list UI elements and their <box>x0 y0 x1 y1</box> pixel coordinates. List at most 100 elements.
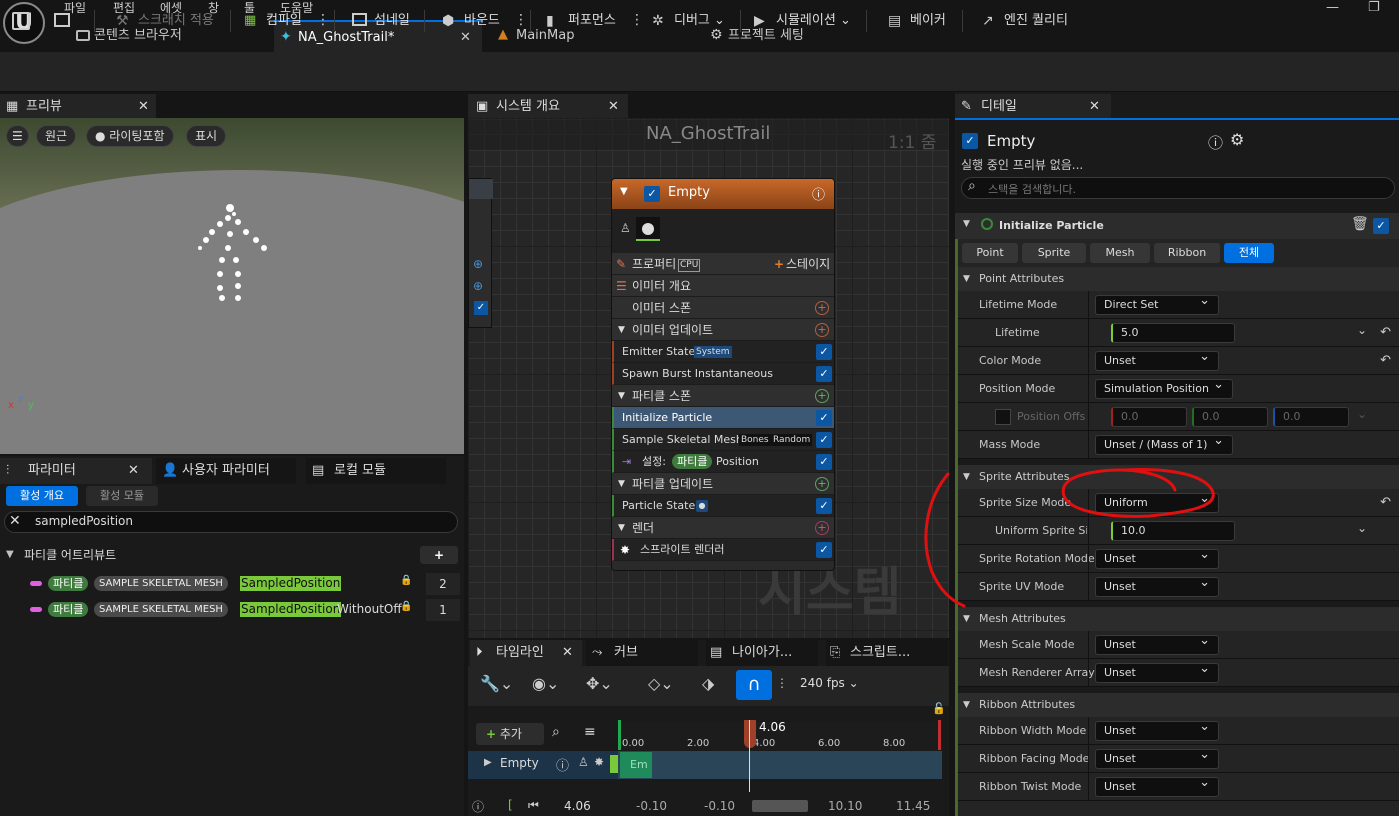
color-mode-dropdown[interactable]: Unset <box>1095 348 1219 371</box>
tab-script[interactable]: ⎘ 스크립트... <box>826 640 948 666</box>
wrench-icon[interactable]: 🔧⌄ <box>480 674 513 693</box>
module-enabled-checkbox[interactable]: ✓ <box>816 410 832 426</box>
close-icon[interactable]: ✕ <box>608 94 619 120</box>
collapse-arrow-icon[interactable]: ▼ <box>620 186 628 197</box>
add-track-button[interactable]: + 추가 <box>476 723 544 745</box>
particle-update-row[interactable]: ▼ 파티클 업데이트 + <box>612 473 834 495</box>
collapse-arrow-icon[interactable]: ▼ <box>618 385 625 407</box>
add-module-icon[interactable]: + <box>815 477 829 491</box>
playhead-handle[interactable] <box>744 720 756 748</box>
module-emitter-state[interactable]: Emitter State System ✓ <box>612 341 834 363</box>
baker-button[interactable]: ▤ 베이커 <box>888 8 946 34</box>
info-icon[interactable]: ⓘ <box>812 184 825 203</box>
offset-x-field[interactable]: 0.0 <box>1111 407 1187 427</box>
current-time[interactable]: 4.06 <box>564 799 591 813</box>
end-marker[interactable] <box>938 720 941 750</box>
prop-ribbon-facing-mode[interactable]: Ribbon Facing Mode Unset <box>955 745 1399 773</box>
working-end[interactable]: 10.10 <box>828 799 862 813</box>
reset-icon[interactable]: ↶ <box>1380 325 1391 340</box>
trash-icon[interactable]: 🗑 <box>1351 216 1369 232</box>
performance-button[interactable]: ▮ 퍼포먼스 <box>546 8 616 34</box>
properties-row[interactable]: ✎ 프로퍼티 CPU + 스테이지 <box>612 253 834 275</box>
viewport-menu-button[interactable]: ☰ <box>6 125 29 147</box>
filter-point[interactable]: Point <box>962 243 1018 263</box>
info-icon[interactable]: ⓘ <box>556 755 569 774</box>
bounds-options-icon[interactable]: ⋮ <box>514 12 528 28</box>
tab-niagara-log[interactable]: ▤ 나이아가... <box>706 640 818 666</box>
system-checkbox[interactable]: ✓ <box>474 301 488 315</box>
view-start[interactable]: -0.10 <box>636 799 667 813</box>
module-enabled-checkbox[interactable]: ✓ <box>816 432 832 448</box>
param-row[interactable]: 파티클 SAMPLE SKELETAL MESH SampledPosition… <box>0 597 464 623</box>
prop-position-offset[interactable]: Position Offs 0.0 0.0 0.0 ⌄ <box>955 403 1399 431</box>
add-module-icon[interactable]: + <box>815 301 829 315</box>
tab-timeline[interactable]: ⏵ 타임라인 ✕ <box>470 640 582 666</box>
module-enabled-checkbox[interactable]: ✓ <box>816 498 832 514</box>
thumbnail-button[interactable]: 섬네일 <box>352 8 410 34</box>
restore-icon[interactable]: ❐ <box>1368 0 1380 15</box>
magnet-snap-icon[interactable]: ∩ <box>736 670 772 700</box>
render-row[interactable]: ▼ 렌더 + <box>612 517 834 539</box>
emitter-node-header[interactable]: ▼ ✓ Empty ⓘ <box>612 179 834 209</box>
active-modules-button[interactable]: 활성 모듈 <box>86 486 158 506</box>
track-lane[interactable] <box>618 751 942 779</box>
position-offset-checkbox[interactable] <box>995 409 1011 425</box>
add-circle-icon[interactable]: ⊕ <box>473 279 483 293</box>
start-marker[interactable] <box>618 720 621 750</box>
prop-ribbon-width-mode[interactable]: Ribbon Width Mode Unset <box>955 717 1399 745</box>
info-icon[interactable]: ⓘ <box>472 798 484 815</box>
show-button[interactable]: 표시 <box>186 125 227 147</box>
filter-ribbon[interactable]: Ribbon <box>1154 243 1220 263</box>
prop-mass-mode[interactable]: Mass Mode Unset / (Mass of 1) <box>955 431 1399 459</box>
track-row[interactable]: ▶ Empty ⓘ ♙ ✸ <box>468 751 618 779</box>
offset-y-field[interactable]: 0.0 <box>1192 407 1268 427</box>
fps-dropdown[interactable]: 240 fps ⌄ <box>800 676 859 690</box>
performance-options-icon[interactable]: ⋮ <box>630 12 644 28</box>
snap-key-icon[interactable]: ⬗ <box>702 674 714 693</box>
module-enabled-checkbox[interactable]: ✓ <box>816 542 832 558</box>
particle-spawn-row[interactable]: ▼ 파티클 스폰 + <box>612 385 834 407</box>
ribbon-twist-mode-dropdown[interactable]: Unset <box>1095 774 1219 797</box>
close-icon[interactable]: ✕ <box>562 640 573 666</box>
stage-button[interactable]: 스테이지 <box>786 253 830 275</box>
prop-mesh-scale-mode[interactable]: Mesh Scale Mode Unset <box>955 631 1399 659</box>
timeline-scrollbar[interactable] <box>752 800 808 812</box>
close-icon[interactable]: ✕ <box>1089 94 1100 120</box>
emitter-update-row[interactable]: ▼ 이미터 업데이트 + <box>612 319 834 341</box>
emitter-node[interactable]: ▼ ✓ Empty ⓘ ♙ ✎ 프로퍼티 CPU + 스테이지 ☰ 이미터 개요… <box>611 178 835 571</box>
module-enabled-checkbox[interactable]: ✓ <box>816 454 832 470</box>
debug-button[interactable]: ✲ 디버그 ⌄ <box>652 8 725 34</box>
module-enabled-checkbox[interactable]: ✓ <box>816 344 832 360</box>
collapse-arrow-icon[interactable]: ▼ <box>963 219 970 229</box>
add-renderer-icon[interactable]: + <box>815 521 829 535</box>
apply-scratch-button[interactable]: ⚒ 스크래치 적용 <box>116 8 214 34</box>
add-circle-icon[interactable]: ⊕ <box>473 257 483 271</box>
info-icon[interactable]: ⓘ <box>1208 132 1223 153</box>
chevron-down-icon[interactable]: ⌄ <box>1357 323 1367 337</box>
module-particle-state[interactable]: Particle State ● ✓ <box>612 495 834 517</box>
tab-parameters[interactable]: ⫶ 파라미터 ✕ <box>0 458 152 484</box>
simulation-button[interactable]: ▶ 시뮬레이션 ⌄ <box>754 8 851 34</box>
clear-search-icon[interactable]: ✕ <box>9 513 21 529</box>
add-module-icon[interactable]: + <box>815 389 829 403</box>
emitter-summary-row[interactable]: ☰ 이미터 개요 <box>612 275 834 297</box>
prop-color-mode[interactable]: Color ModeUnset↶ <box>955 347 1399 375</box>
reset-icon[interactable]: ↶ <box>1380 353 1391 368</box>
filter-icon[interactable]: ≡ <box>584 724 596 740</box>
stack-search-input[interactable]: ⌕ 스택을 검색합니다. <box>961 177 1395 199</box>
lock-icon[interactable]: 🔓 <box>932 702 946 715</box>
lifetime-field[interactable]: 5.0 <box>1111 323 1235 343</box>
jump-start-icon[interactable]: ⏮ <box>528 798 539 813</box>
tab-preview[interactable]: ▦ 프리뷰 ✕ <box>0 94 156 120</box>
gear-icon[interactable]: ⚙ <box>1230 130 1244 149</box>
reset-icon[interactable]: ↶ <box>1380 495 1391 510</box>
ribbon-width-mode-dropdown[interactable]: Unset <box>1095 718 1219 741</box>
prop-lifetime[interactable]: Lifetime 5.0 ⌄ ↶ <box>955 319 1399 347</box>
working-start[interactable]: -0.10 <box>704 799 735 813</box>
tab-system-overview[interactable]: ▣ 시스템 개요 ✕ <box>468 94 628 120</box>
module-enabled-checkbox[interactable]: ✓ <box>816 366 832 382</box>
particle-attributes-header[interactable]: ▼ 파티클 어트리뷰트 + <box>0 542 464 568</box>
module-enabled-checkbox[interactable]: ✓ <box>1373 218 1389 234</box>
tab-curve[interactable]: ⤳ 커브 <box>586 640 698 666</box>
compile-options-icon[interactable]: ⋮ <box>316 12 330 28</box>
